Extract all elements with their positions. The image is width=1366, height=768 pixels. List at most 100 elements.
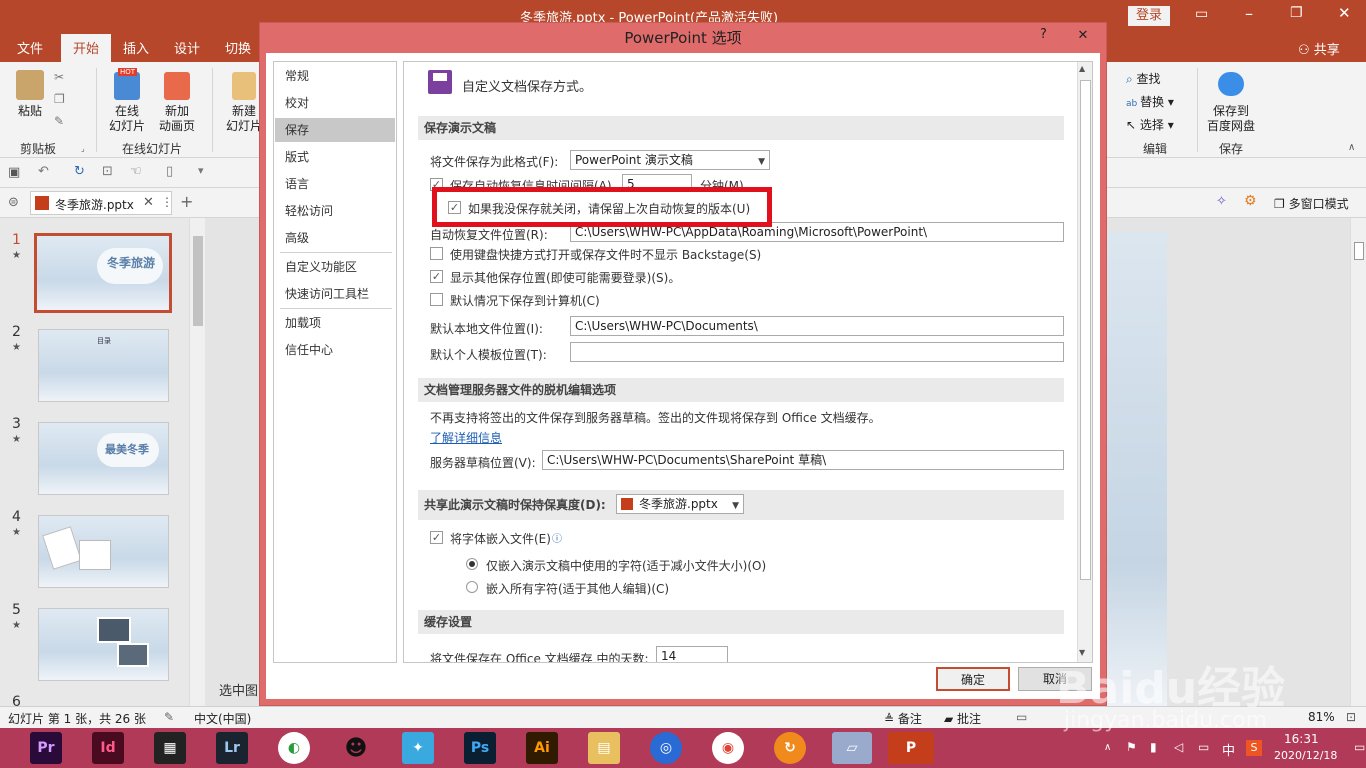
content-scrollbar[interactable]: ▲ ▼ <box>1077 62 1092 662</box>
nav-customize-ribbon[interactable]: 自定义功能区 <box>275 255 395 279</box>
help-icon[interactable]: ? <box>1040 27 1047 42</box>
add-tab-icon[interactable]: + <box>180 192 193 211</box>
new-file-icon[interactable]: ▯ <box>166 164 173 179</box>
photoshop-icon[interactable]: Ps <box>464 732 496 764</box>
slide-thumbnail[interactable] <box>38 608 169 681</box>
update-app-icon[interactable]: ↻ <box>774 732 806 764</box>
restore-icon[interactable]: ❐ <box>1290 5 1303 21</box>
online-slides-icon[interactable] <box>114 72 140 100</box>
nav-general[interactable]: 常规 <box>275 64 395 88</box>
undo-icon[interactable]: ↶ <box>38 164 49 179</box>
powerpoint-taskbar-icon[interactable]: P <box>888 732 934 764</box>
nav-addins[interactable]: 加载项 <box>275 311 395 335</box>
embed-fonts-checkbox[interactable]: ✓ <box>430 531 443 544</box>
nav-quick-access[interactable]: 快速访问工具栏 <box>275 282 395 306</box>
nav-language[interactable]: 语言 <box>275 172 395 196</box>
save-format-dropdown[interactable]: PowerPoint 演示文稿 ▼ <box>570 150 770 170</box>
nav-layout[interactable]: 版式 <box>275 145 395 169</box>
save-to-pc-checkbox[interactable] <box>430 293 443 306</box>
indesign-icon[interactable]: Id <box>92 732 124 764</box>
doc-tab[interactable]: 冬季旅游.pptx ✕ ⋮ <box>30 191 173 215</box>
chrome-icon[interactable]: ◉ <box>712 732 744 764</box>
tray-network-icon[interactable]: ▭ <box>1198 740 1209 754</box>
ime-indicator[interactable]: 中 <box>1222 740 1235 759</box>
save-baidu-button[interactable]: 保存到 百度网盘 <box>1200 104 1262 134</box>
format-painter-icon[interactable]: ✎ <box>54 114 64 128</box>
embed-all-radio[interactable] <box>466 581 478 593</box>
more-icon[interactable]: ⋮ <box>161 195 173 209</box>
notification-icon[interactable]: ▭ <box>1354 740 1365 754</box>
premiere-icon[interactable]: Pr <box>30 732 62 764</box>
ribbon-display-icon[interactable]: ▭ <box>1195 6 1208 22</box>
browser-icon[interactable]: ◎ <box>650 732 682 764</box>
bird-app-icon[interactable]: ✦ <box>402 732 434 764</box>
learn-more-link[interactable]: 了解详细信息 <box>430 429 502 446</box>
qq-icon[interactable]: ☻ <box>340 732 372 764</box>
select-button[interactable]: ↖ 选择 ▾ <box>1126 116 1174 133</box>
share-button[interactable]: ⚇ 共享 <box>1298 39 1340 58</box>
video-editor-icon[interactable]: ▦ <box>154 732 186 764</box>
comments-button[interactable]: ▰ 批注 <box>944 710 981 727</box>
collapse-ribbon-icon[interactable]: ∧ <box>1348 142 1355 153</box>
tab-insert[interactable]: 插入 <box>123 38 149 57</box>
online-slides-button[interactable]: 在线 幻灯片 <box>102 104 152 134</box>
customize-qat-icon[interactable]: ▾ <box>198 164 204 177</box>
settings-gear-icon[interactable]: ⚙ <box>1244 193 1257 209</box>
scroll-thumb[interactable] <box>193 236 203 326</box>
language-indicator[interactable]: 中文(中国) <box>194 710 251 727</box>
login-button[interactable]: 登录 <box>1128 6 1170 26</box>
baidu-cloud-icon[interactable] <box>1218 72 1244 96</box>
file-explorer-icon[interactable]: ▤ <box>588 732 620 764</box>
close-tab-icon[interactable]: ✕ <box>143 195 154 210</box>
slide-thumbnail[interactable]: 冬季旅游 <box>34 233 172 313</box>
canvas-scrollbar[interactable] <box>1350 218 1366 706</box>
scroll-up-icon[interactable]: ▲ <box>1079 64 1085 73</box>
nav-advanced[interactable]: 高级 <box>275 226 395 250</box>
scroll-thumb[interactable] <box>1080 80 1091 580</box>
notes-button[interactable]: ≜ 备注 <box>884 710 922 727</box>
fit-slide-icon[interactable]: ⊡ <box>1346 710 1356 724</box>
slide-preview[interactable] <box>1105 232 1167 706</box>
tray-flag-icon[interactable]: ⚑ <box>1126 740 1137 754</box>
save-icon[interactable]: ▣ <box>8 165 20 180</box>
minimize-icon[interactable]: – <box>1245 4 1253 23</box>
tab-file[interactable]: 文件 <box>17 38 43 57</box>
cut-icon[interactable]: ✂ <box>54 70 64 84</box>
tab-list-icon[interactable]: ⊜ <box>8 195 19 210</box>
close-window-icon[interactable]: ✕ <box>1338 4 1351 22</box>
nav-proofing[interactable]: 校对 <box>275 91 395 115</box>
lightroom-icon[interactable]: Lr <box>216 732 248 764</box>
tray-volume-icon[interactable]: ◁ <box>1174 740 1183 754</box>
wand-icon[interactable]: ✧ <box>1216 194 1227 209</box>
slide-thumbnail[interactable]: 最美冬季 <box>38 422 169 495</box>
slideshow-icon[interactable]: ⊡ <box>102 164 113 179</box>
tray-battery-icon[interactable]: ▮ <box>1150 740 1157 754</box>
drafts-location-input[interactable]: C:\Users\WHW-PC\Documents\SharePoint 草稿\ <box>542 450 1064 470</box>
dialog-close-icon[interactable]: ✕ <box>1066 25 1100 47</box>
new-animation-button[interactable]: 新加 动画页 <box>152 104 202 134</box>
template-location-input[interactable] <box>570 342 1064 362</box>
normal-view-icon[interactable]: ▭ <box>1016 710 1027 724</box>
multi-window-button[interactable]: ❐ 多窗口模式 <box>1274 195 1349 212</box>
new-animation-icon[interactable] <box>164 72 190 100</box>
paste-icon[interactable] <box>16 70 44 100</box>
redo-icon[interactable]: ↻ <box>74 164 85 179</box>
slide-thumbnail[interactable] <box>38 515 169 588</box>
illustrator-icon[interactable]: Ai <box>526 732 558 764</box>
accessibility-icon[interactable]: ✎ <box>164 710 174 724</box>
paste-button[interactable]: 粘贴 <box>12 104 48 119</box>
sogou-icon[interactable]: S <box>1246 740 1262 756</box>
dialog-launcher-icon[interactable]: ⌟ <box>81 144 85 153</box>
thumbnails-scrollbar[interactable] <box>189 218 205 706</box>
nav-accessibility[interactable]: 轻松访问 <box>275 199 395 223</box>
notes-app-icon[interactable]: ▱ <box>832 732 872 764</box>
no-backstage-checkbox[interactable] <box>430 247 443 260</box>
tray-expand-icon[interactable]: ∧ <box>1104 742 1111 753</box>
find-button[interactable]: ⌕ 查找 <box>1126 70 1161 87</box>
info-icon[interactable]: ⓘ <box>552 530 562 545</box>
fidelity-file-dropdown[interactable]: 冬季旅游.pptx ▼ <box>616 494 744 514</box>
nav-save[interactable]: 保存 <box>275 118 395 142</box>
app-ring-icon[interactable]: ◐ <box>278 732 310 764</box>
new-slide-icon[interactable] <box>232 72 256 100</box>
show-other-locations-checkbox[interactable]: ✓ <box>430 270 443 283</box>
